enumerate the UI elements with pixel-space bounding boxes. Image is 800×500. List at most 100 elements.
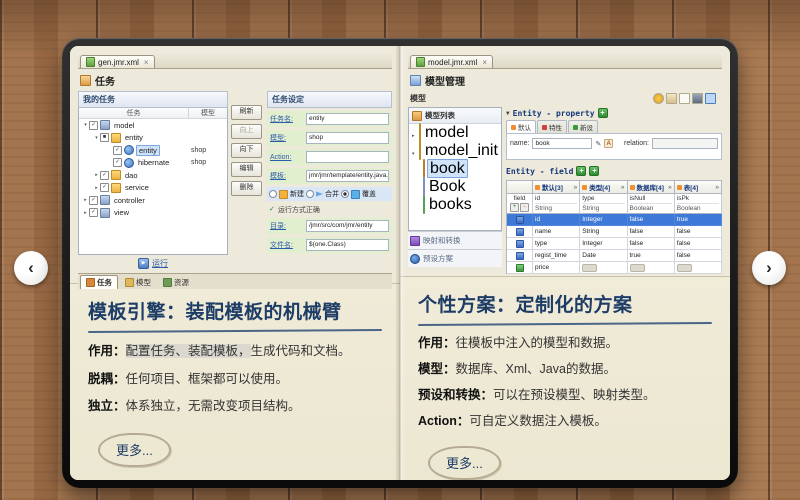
save-model-icon[interactable] bbox=[679, 93, 690, 104]
task-node-label[interactable]: model bbox=[112, 121, 136, 130]
move-up-button[interactable]: 向上 bbox=[231, 124, 262, 139]
subheader-ispk[interactable]: isPk Boolean bbox=[674, 194, 722, 214]
row-icon-cell[interactable] bbox=[507, 226, 533, 238]
model-tree-row[interactable]: ▾ model_init bbox=[409, 141, 501, 160]
radio-merge-label[interactable]: 合并 bbox=[325, 189, 339, 199]
open-model-icon[interactable] bbox=[666, 93, 677, 104]
task-tree-row[interactable]: ▾ ■ entity bbox=[79, 132, 227, 145]
chevrons-icon[interactable]: » bbox=[621, 184, 625, 191]
radio-merge[interactable] bbox=[306, 190, 314, 198]
template-label-link[interactable]: 模板: bbox=[270, 171, 306, 181]
task-tree-row-selected[interactable]: ✓ entity shop bbox=[79, 144, 227, 157]
tab-traits[interactable]: 特性 bbox=[537, 120, 567, 133]
task-tree-row[interactable]: ▸ ✓ controller bbox=[79, 194, 227, 207]
model-label-link[interactable]: 模型: bbox=[270, 133, 306, 143]
model-tree-row-selected[interactable]: book bbox=[409, 159, 501, 178]
subheader-id[interactable]: id String bbox=[533, 194, 581, 214]
delete-model-icon[interactable] bbox=[692, 93, 703, 104]
directory-label[interactable]: 目录: bbox=[270, 221, 306, 231]
task-node-label[interactable]: hibernate bbox=[136, 158, 171, 167]
radio-overwrite-label[interactable]: 覆盖 bbox=[362, 189, 376, 199]
section-preset-scheme[interactable]: 预设方案 bbox=[408, 249, 502, 267]
task-tree-row[interactable]: ▸ ✓ service bbox=[79, 182, 227, 195]
model-input[interactable]: shop bbox=[306, 132, 389, 144]
chevrons-icon[interactable]: » bbox=[668, 184, 672, 191]
column-model[interactable]: 模型 bbox=[188, 108, 227, 118]
task-node-label[interactable]: controller bbox=[112, 196, 147, 205]
edit-icon[interactable]: ✎ bbox=[595, 140, 601, 148]
row-icon-cell[interactable] bbox=[507, 238, 533, 250]
checkbox-icon[interactable]: ✓ bbox=[100, 183, 109, 193]
add-property-icon[interactable]: + bbox=[597, 108, 608, 118]
directory-input[interactable]: /jmr/src/com/jmr/entity bbox=[306, 220, 389, 232]
relation-input[interactable] bbox=[651, 138, 718, 149]
task-tree-row[interactable]: ▸ ✓ dao bbox=[79, 169, 227, 182]
edit-button[interactable]: 编辑 bbox=[231, 162, 262, 177]
checkbox-icon[interactable]: ✓ bbox=[113, 145, 122, 155]
tab-default[interactable]: 默认 bbox=[506, 120, 536, 133]
row-icon-cell[interactable] bbox=[507, 262, 533, 274]
section-mapping-conversion[interactable]: 映射和转换 bbox=[408, 231, 502, 249]
task-tree-row[interactable]: ✓ hibernate shop bbox=[79, 157, 227, 170]
checkbox-icon[interactable]: ✓ bbox=[113, 158, 122, 168]
run-label[interactable]: 运行 bbox=[152, 258, 168, 269]
carousel-next-button[interactable]: › bbox=[752, 251, 786, 285]
table-cell[interactable]: String bbox=[580, 226, 628, 238]
carousel-prev-button[interactable]: ‹ bbox=[14, 251, 48, 285]
table-cell[interactable]: false bbox=[627, 226, 675, 238]
checkbox-icon[interactable]: ✓ bbox=[89, 120, 98, 130]
subheader-isnull[interactable]: isNull Boolean bbox=[627, 194, 675, 214]
model-node-label[interactable]: model_init bbox=[423, 142, 500, 159]
task-node-label[interactable]: entity bbox=[123, 133, 145, 142]
row-icon-cell[interactable] bbox=[507, 250, 533, 262]
table-cell[interactable]: Integer bbox=[580, 238, 628, 250]
add-row-icon[interactable]: + bbox=[510, 203, 519, 212]
table-cell[interactable]: true bbox=[627, 250, 675, 262]
group-type[interactable]: 类型[4] » bbox=[580, 181, 628, 194]
close-icon[interactable]: × bbox=[482, 58, 487, 67]
column-task[interactable]: 任务 bbox=[79, 108, 188, 118]
table-cell[interactable]: Integer bbox=[580, 214, 628, 226]
table-cell[interactable]: true bbox=[674, 214, 722, 226]
name-input[interactable]: book bbox=[532, 138, 593, 149]
task-name-input[interactable]: entity bbox=[306, 113, 389, 125]
row-icon-cell[interactable] bbox=[507, 214, 533, 226]
remove-row-icon[interactable]: - bbox=[520, 203, 529, 212]
table-cell[interactable]: type bbox=[533, 238, 581, 250]
table-cell[interactable]: false bbox=[674, 238, 722, 250]
tab-new-setting[interactable]: 新设 bbox=[568, 120, 598, 133]
table-cell[interactable]: regist_time bbox=[533, 250, 581, 262]
table-cell[interactable]: false bbox=[674, 250, 722, 262]
model-tree-row[interactable]: ▸ model bbox=[409, 123, 501, 142]
model-node-label[interactable]: book bbox=[427, 159, 468, 178]
table-cell[interactable]: name bbox=[533, 226, 581, 238]
table-cell[interactable]: false bbox=[627, 238, 675, 250]
move-down-button[interactable]: 向下 bbox=[231, 143, 262, 158]
task-node-label[interactable]: dao bbox=[123, 171, 140, 180]
more-button[interactable]: 更多... bbox=[98, 432, 171, 467]
chevrons-icon[interactable]: » bbox=[574, 184, 578, 191]
model-node-label[interactable]: books bbox=[427, 196, 474, 213]
link-model-icon[interactable] bbox=[705, 93, 716, 104]
action-input[interactable] bbox=[306, 151, 389, 163]
radio-overwrite[interactable] bbox=[341, 190, 349, 198]
new-model-icon[interactable] bbox=[653, 93, 664, 104]
model-node-label[interactable]: Book bbox=[427, 178, 467, 195]
expander-icon[interactable]: ▸ bbox=[412, 133, 415, 139]
task-node-label[interactable]: view bbox=[112, 208, 131, 217]
more-button[interactable]: 更多... bbox=[428, 446, 501, 480]
task-tree-row[interactable]: ▾ ✓ model bbox=[79, 119, 227, 132]
filename-input[interactable]: $(one.Class) bbox=[306, 239, 389, 251]
model-node-label[interactable]: model bbox=[423, 124, 471, 141]
chevrons-icon[interactable]: » bbox=[715, 184, 719, 191]
group-database[interactable]: 数据库[4] » bbox=[627, 181, 675, 194]
font-icon[interactable]: A bbox=[604, 139, 614, 148]
group-table[interactable]: 表[4] » bbox=[674, 181, 722, 194]
task-tree-row[interactable]: ▸ ✓ view bbox=[79, 207, 227, 220]
checkbox-icon[interactable]: ✓ bbox=[89, 208, 98, 218]
table-cell[interactable]: id bbox=[533, 214, 581, 226]
task-name-label[interactable]: 任务名: bbox=[270, 114, 306, 124]
expander-icon[interactable]: ▸ bbox=[93, 185, 100, 191]
model-tree-row[interactable]: books bbox=[409, 195, 501, 214]
table-cell[interactable]: Date bbox=[580, 250, 628, 262]
